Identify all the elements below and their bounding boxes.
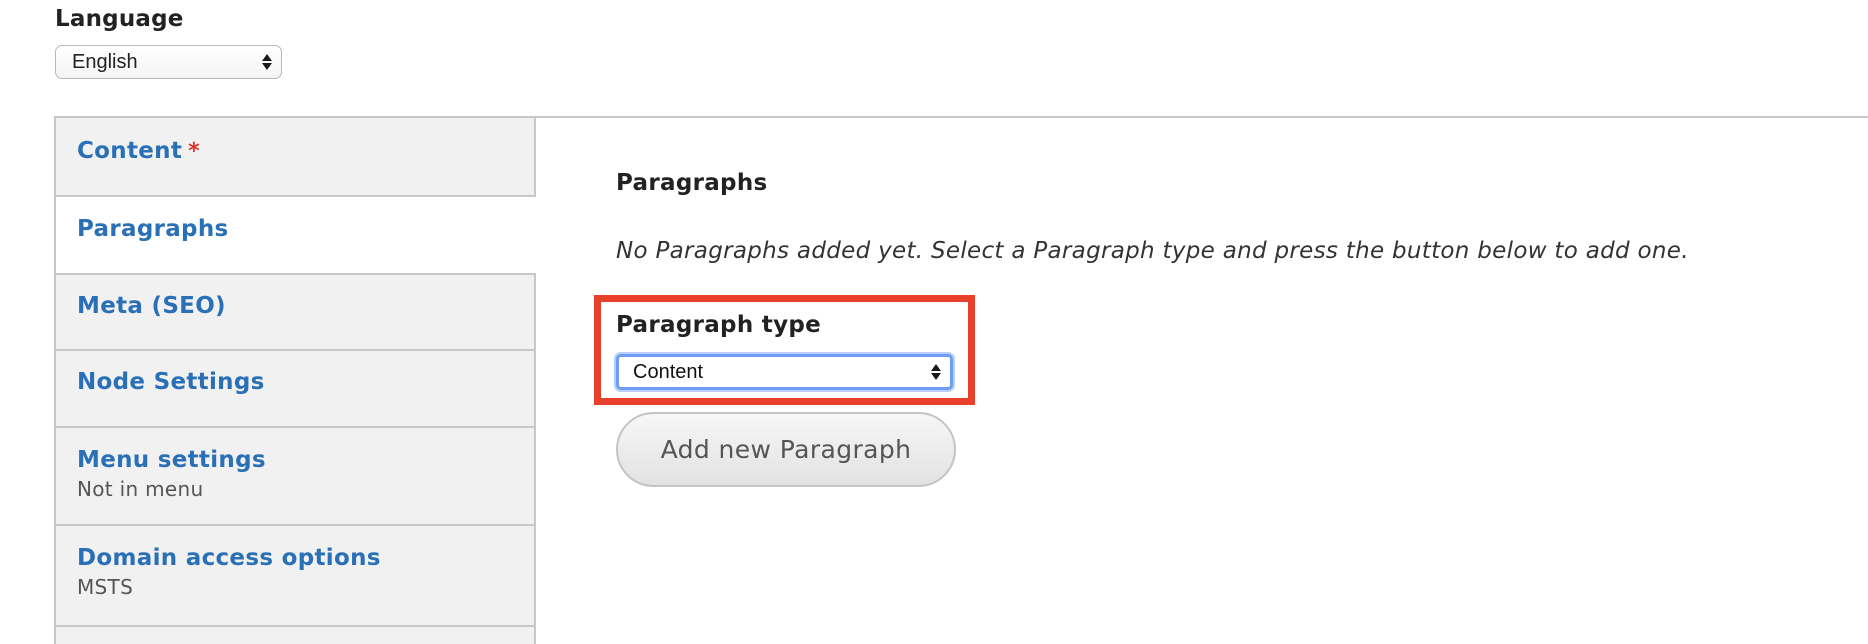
paragraph-type-select-value: Content (633, 361, 704, 383)
tab-meta-seo-title: Meta (SEO) (77, 293, 226, 319)
add-paragraph-button[interactable]: Add new Paragraph (616, 412, 956, 487)
tab-paragraphs[interactable]: Paragraphs (56, 197, 536, 275)
tab-meta-seo[interactable]: Meta (SEO) (56, 275, 534, 351)
empty-message: No Paragraphs added yet. Select a Paragr… (616, 238, 1689, 264)
select-arrows-icon (262, 52, 272, 72)
language-label: Language (55, 6, 184, 32)
tab-menu-settings-summary: Not in menu (77, 477, 204, 501)
paragraph-type-highlight: Paragraph type Content (594, 295, 975, 405)
tab-node-settings[interactable]: Node Settings (56, 351, 534, 428)
paragraphs-pane: Paragraphs No Paragraphs added yet. Sele… (616, 170, 1689, 264)
tab-menu-settings-title: Menu settings (77, 447, 266, 473)
select-arrows-icon (931, 362, 941, 382)
pane-title: Paragraphs (616, 170, 768, 196)
paragraph-type-label: Paragraph type (616, 312, 822, 338)
language-field: Language English (55, 6, 282, 79)
language-select[interactable]: English (55, 45, 282, 79)
tab-content[interactable]: Content * (56, 118, 534, 197)
tab-domain-access[interactable]: Domain access options MSTS (56, 526, 534, 627)
tab-paragraphs-title: Paragraphs (77, 216, 229, 242)
required-marker: * (188, 139, 200, 164)
tab-node-settings-title: Node Settings (77, 369, 265, 395)
tab-content-title: Content (77, 138, 183, 164)
tab-domain-access-title: Domain access options (77, 545, 381, 571)
vertical-tab-list: Content * Paragraphs Meta (SEO) Node Sett… (54, 118, 536, 644)
tab-domain-access-summary: MSTS (77, 575, 134, 599)
tab-menu-settings[interactable]: Menu settings Not in menu (56, 428, 534, 526)
paragraph-type-select[interactable]: Content (616, 354, 953, 390)
language-select-value: English (72, 51, 138, 73)
